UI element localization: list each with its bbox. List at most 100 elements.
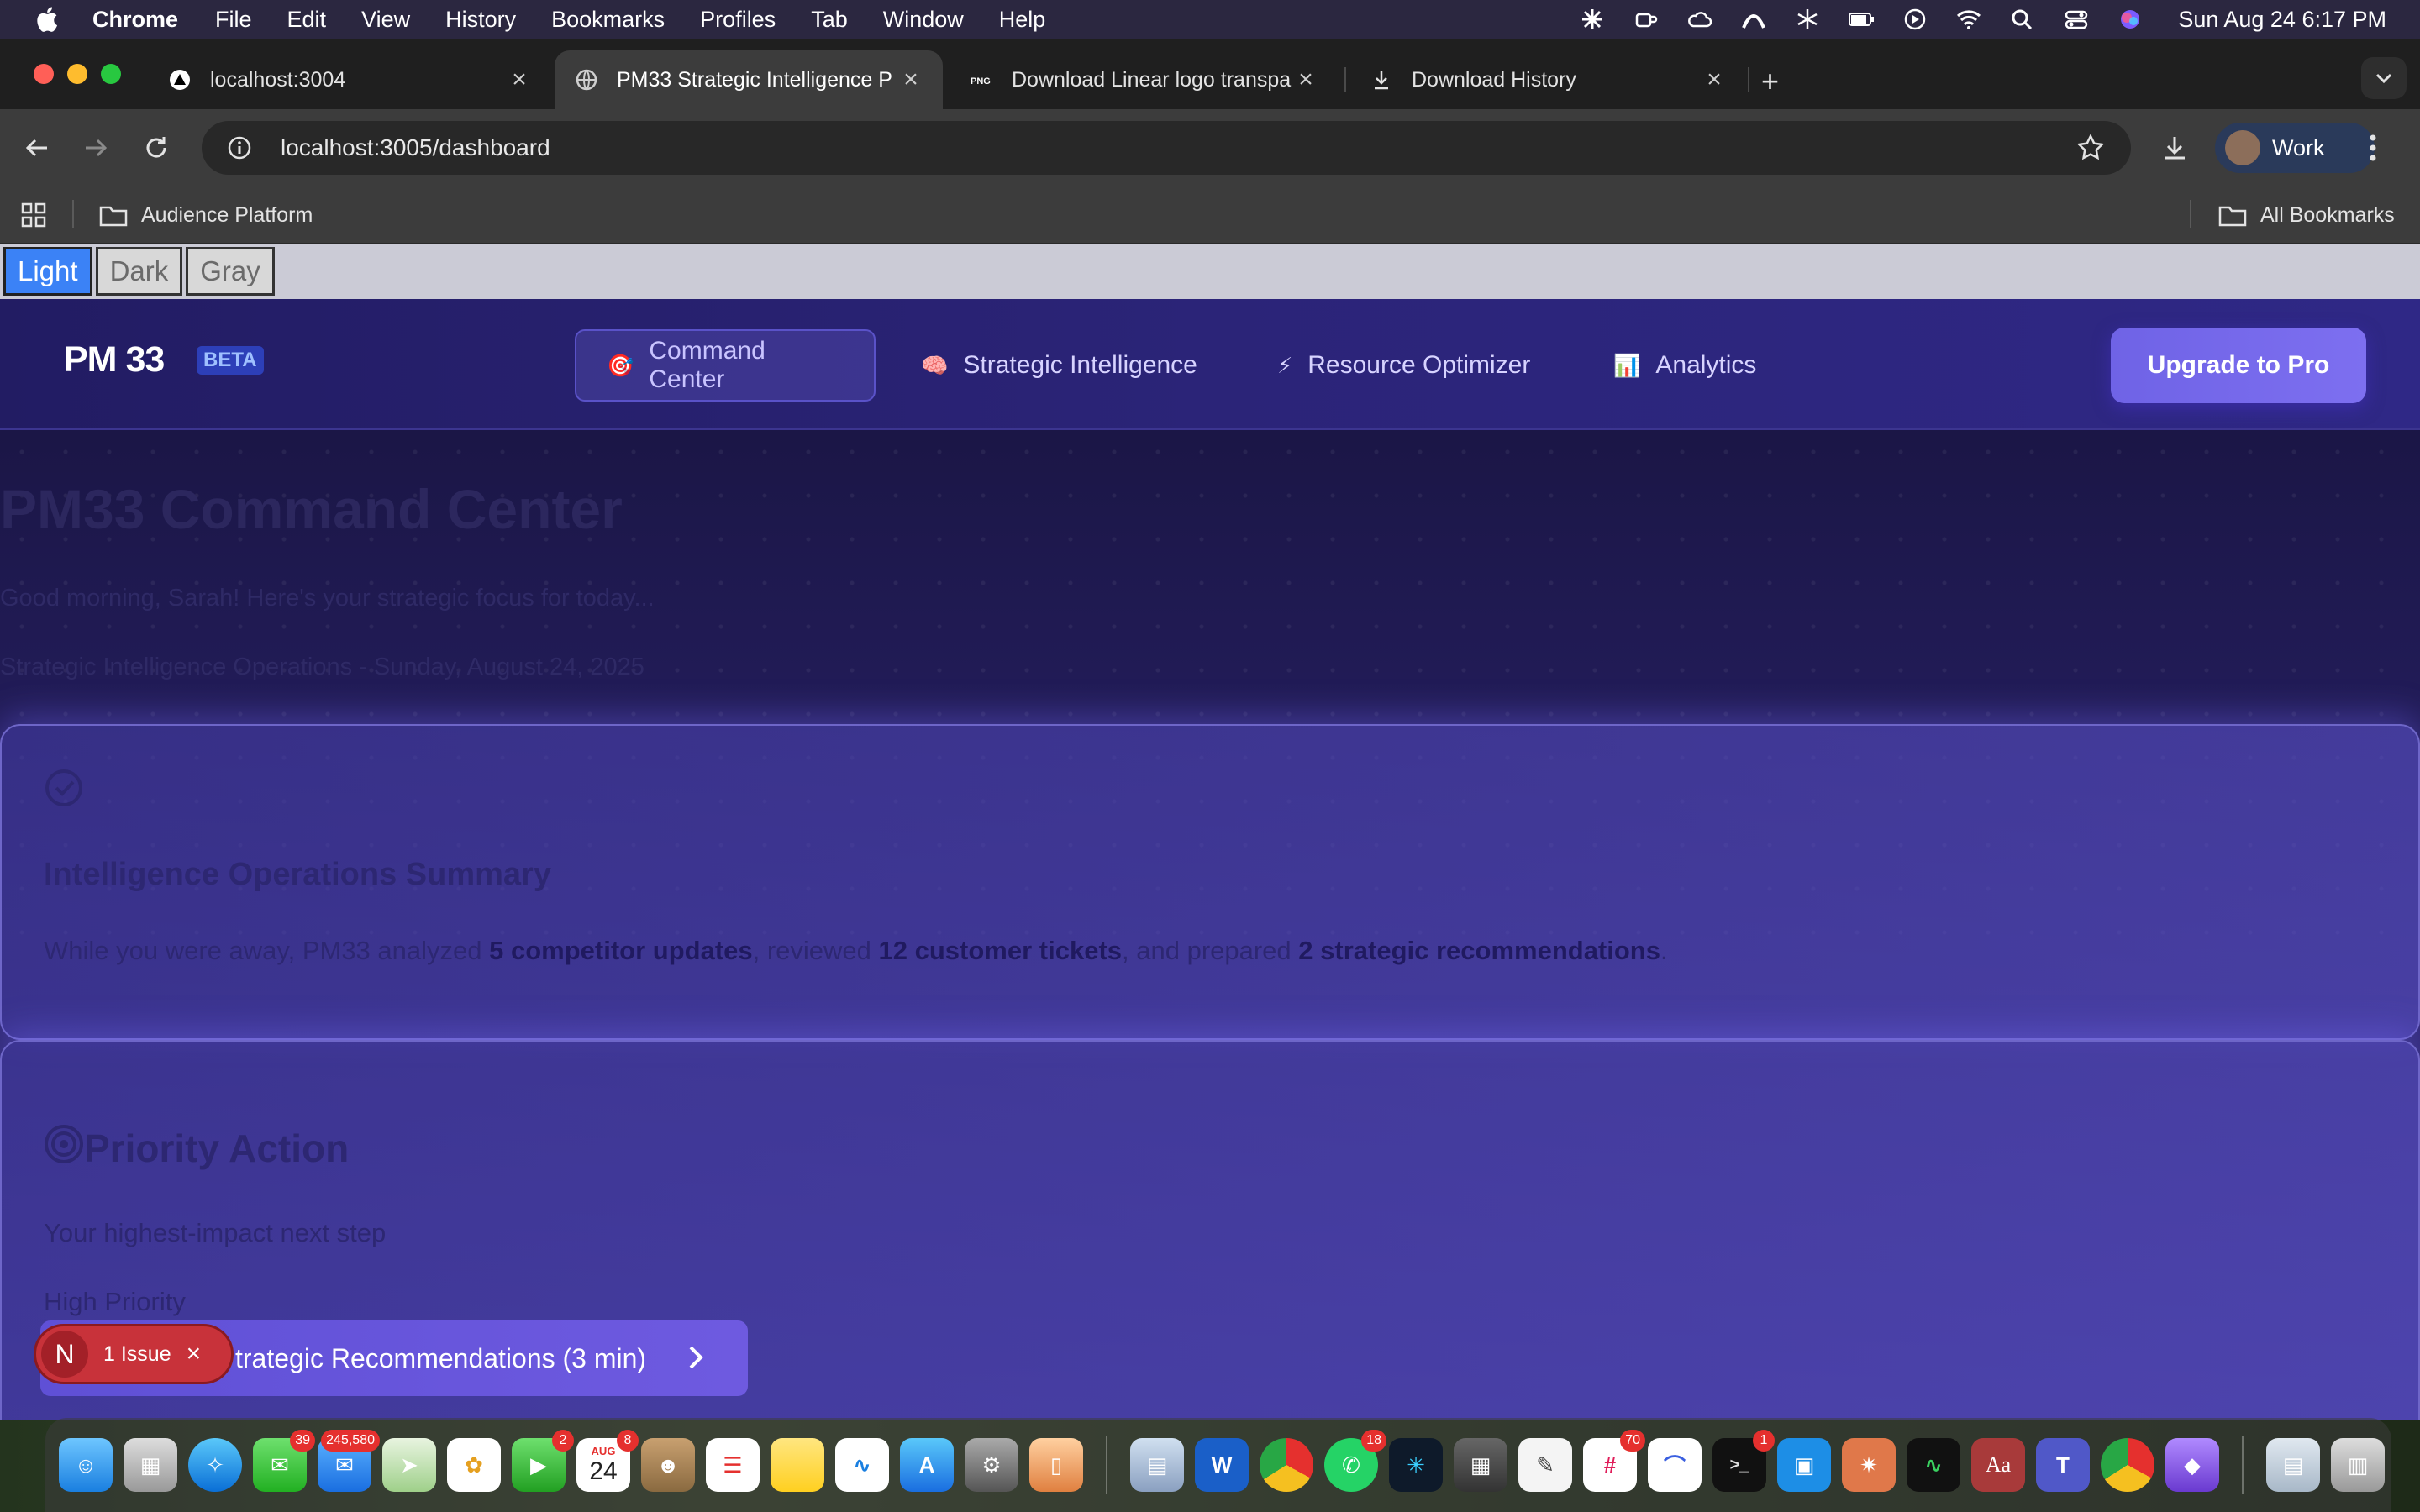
chrome-icon[interactable] [1260,1438,1313,1492]
close-tab-icon[interactable]: × [899,66,923,94]
pm33-logo[interactable]: PM 33 [64,339,165,381]
finder-icon[interactable]: ☺ [59,1438,113,1492]
tab-localhost-3004[interactable]: localhost:3004 × [148,50,551,109]
iphone-mirroring-icon[interactable]: ▯ [1029,1438,1083,1492]
tab-search-chevron-icon[interactable] [2361,57,2407,99]
upgrade-to-pro-button[interactable]: Upgrade to Pro [2111,328,2366,403]
whatsapp-icon[interactable]: ✆ 18 [1324,1430,1386,1492]
play-icon[interactable] [1901,8,1929,31]
menu-app-name[interactable]: Chrome [92,7,178,33]
bookmark-star-icon[interactable] [2075,133,2106,169]
tab-linear-logo[interactable]: PNG Download Linear logo transpa × [950,50,1338,109]
close-tab-icon[interactable]: × [1294,66,1318,94]
close-icon[interactable]: × [187,1340,202,1368]
wifi-icon[interactable] [1954,8,1983,31]
launchpad-icon[interactable]: ▦ [124,1438,177,1492]
apple-menu-icon[interactable] [0,5,92,34]
siri-icon[interactable] [2116,8,2144,31]
minimize-window-icon[interactable] [67,64,87,84]
menu-file[interactable]: File [215,7,252,33]
downloads-icon[interactable] [2158,131,2191,165]
menu-bookmarks[interactable]: Bookmarks [551,7,665,33]
app-store-icon[interactable]: A [900,1438,954,1492]
facetime-icon[interactable]: ▶ 2 [512,1430,574,1492]
system-settings-icon[interactable]: ⚙ [965,1438,1018,1492]
trash-icon[interactable]: ▥ [2331,1438,2385,1492]
menu-view[interactable]: View [361,7,410,33]
nav-analytics[interactable]: 📊 Analytics [1583,329,1786,402]
bookmark-all-bookmarks[interactable]: All Bookmarks [2218,186,2395,244]
forward-arrow-icon[interactable] [79,131,113,165]
close-window-icon[interactable] [34,64,54,84]
contacts-icon[interactable]: ☻ [641,1438,695,1492]
reload-icon[interactable] [139,131,173,165]
theme-light-button[interactable]: Light [3,247,92,296]
maps-icon[interactable]: ➤ [382,1438,436,1492]
nav-command-center[interactable]: 🎯 Command Center [575,329,876,402]
battery-icon[interactable] [1847,8,1876,31]
textedit-icon[interactable]: ✎ [1518,1438,1572,1492]
menu-help[interactable]: Help [999,7,1046,33]
theme-gray-button[interactable]: Gray [186,247,275,296]
activity-monitor-icon[interactable]: ∿ [1907,1438,1960,1492]
spotlight-search-icon[interactable] [2008,8,2037,31]
photos-icon[interactable]: ✿ [447,1438,501,1492]
coffee-icon[interactable] [1632,8,1660,31]
more-menu-icon[interactable] [2368,131,2378,169]
close-tab-icon[interactable]: × [1702,66,1726,94]
messages-icon[interactable]: ✉ 39 [253,1430,315,1492]
snowflake-icon[interactable] [1793,8,1822,31]
teams-icon[interactable]: T [2036,1438,2090,1492]
target-icon [44,1124,84,1168]
perplexity-icon[interactable]: ✳ [1389,1438,1443,1492]
arc-browser-icon[interactable]: ⌒ [1648,1438,1702,1492]
address-bar[interactable]: localhost:3005/dashboard [202,121,2131,175]
nav-resource-optimizer[interactable]: ⚡ Resource Optimizer [1247,329,1560,402]
claude-icon[interactable]: ✷ [1842,1438,1896,1492]
tab-pm33-strategic[interactable]: PM33 Strategic Intelligence P × [555,50,943,109]
menu-profiles[interactable]: Profiles [700,7,776,33]
slack-icon[interactable]: #70 [1583,1430,1645,1492]
freeform-icon[interactable]: ∿ [835,1438,889,1492]
notes-icon[interactable] [771,1438,824,1492]
dock-divider [2242,1436,2244,1494]
control-center-icon[interactable] [2062,8,2091,31]
obsidian-icon[interactable]: ◆ [2165,1438,2219,1492]
safari-icon[interactable]: ✧ [188,1438,242,1492]
calculator-icon[interactable]: ▦ [1454,1438,1507,1492]
terminal-icon[interactable]: >_ 1 [1712,1430,1775,1492]
vercel-triangle-icon [168,68,192,92]
menu-history[interactable]: History [445,7,516,33]
preview-icon[interactable]: ▤ [1130,1438,1184,1492]
site-info-icon[interactable] [210,134,269,161]
tab-download-history[interactable]: Download History × [1349,50,1746,109]
menu-window[interactable]: Window [883,7,964,33]
intelligence-summary-card: Intelligence Operations Summary While yo… [0,724,2420,1040]
word-icon[interactable]: W [1195,1438,1249,1492]
claude-burst-icon[interactable] [1578,8,1607,31]
arc-icon[interactable] [1739,8,1768,31]
nav-strategic-intelligence[interactable]: 🧠 Strategic Intelligence [891,329,1228,402]
mail-icon[interactable]: ✉ 245,580 [318,1430,380,1492]
calendar-icon[interactable]: AUG 24 8 [576,1430,639,1492]
reminders-icon[interactable]: ☰ [706,1438,760,1492]
profile-button[interactable]: Work [2215,123,2375,173]
dictionary-icon[interactable]: Aa [1971,1438,2025,1492]
nextjs-issue-badge[interactable]: N 1 Issue × [34,1324,234,1384]
downloads-stack-icon[interactable]: ▤ [2266,1438,2320,1492]
bookmark-audience-platform[interactable]: Audience Platform [99,186,313,244]
back-arrow-icon[interactable] [20,131,54,165]
menu-tab[interactable]: Tab [811,7,848,33]
cloud-icon[interactable] [1686,8,1714,31]
menubar-clock[interactable]: Sun Aug 24 6:17 PM [2178,7,2386,33]
menu-edit[interactable]: Edit [287,7,327,33]
apps-grid-icon[interactable] [20,202,47,234]
docker-icon[interactable]: ▣ [1777,1438,1831,1492]
new-tab-icon[interactable]: + [1761,64,1779,99]
calendar-badge: 8 [617,1430,639,1452]
close-tab-icon[interactable]: × [508,66,531,94]
chrome-icon[interactable] [2101,1438,2154,1492]
url-text[interactable]: localhost:3005/dashboard [281,134,550,161]
zoom-window-icon[interactable] [101,64,121,84]
theme-dark-button[interactable]: Dark [95,247,183,296]
